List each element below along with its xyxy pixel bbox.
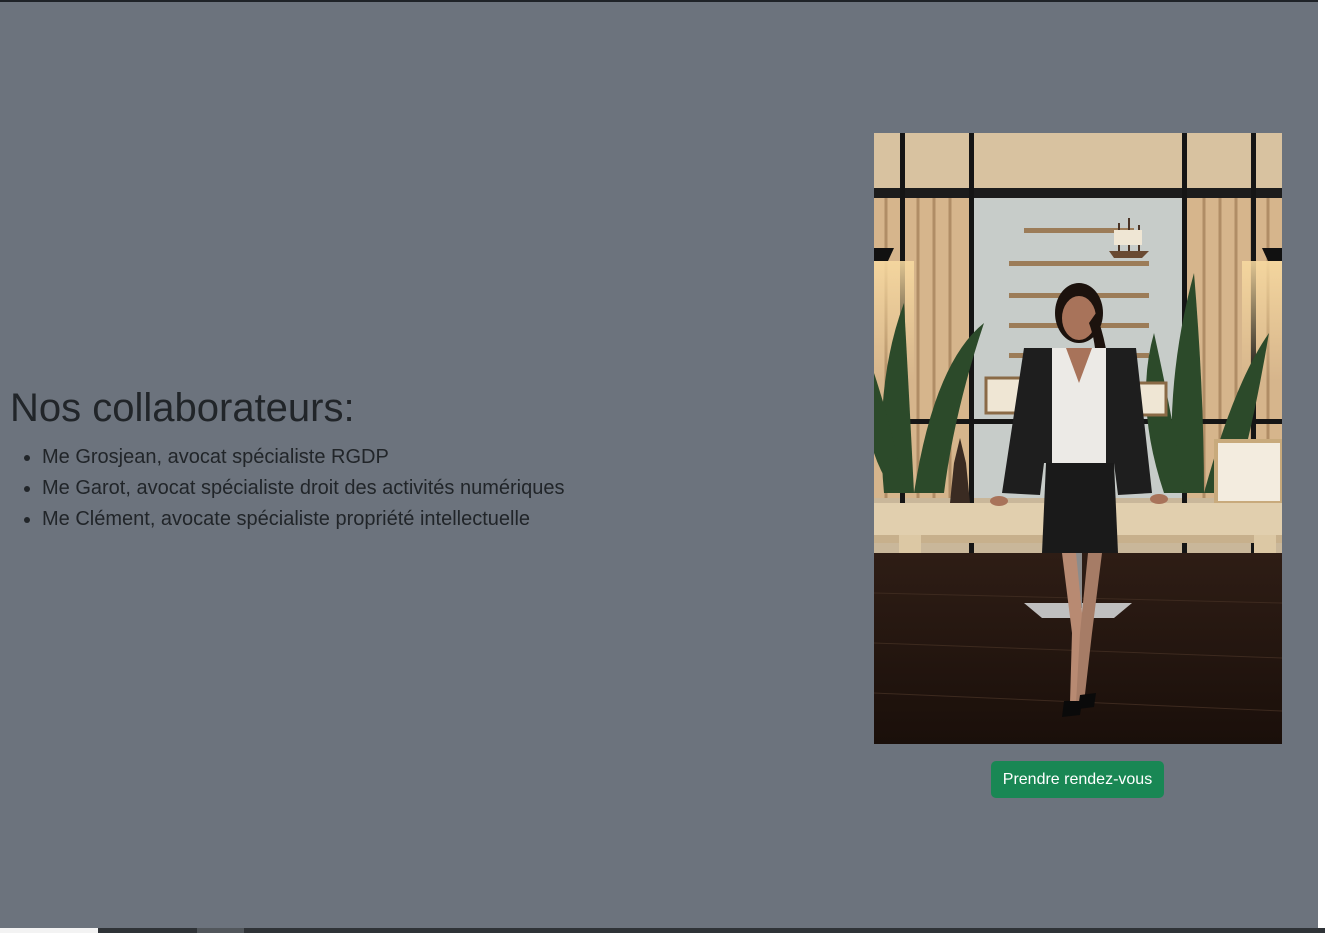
bottom-scrollbar[interactable] [0,928,1325,933]
scrollbar-thumb[interactable] [197,928,244,933]
list-item: Me Grosjean, avocat spécialiste RGDP [42,442,564,473]
lawyer-photo [874,133,1282,744]
collaborators-list: Me Grosjean, avocat spécialiste RGDP Me … [10,442,564,535]
list-item: Me Garot, avocat spécialiste droit des a… [42,473,564,504]
list-item: Me Clément, avocate spécialiste propriét… [42,504,564,535]
book-appointment-button[interactable]: Prendre rendez-vous [991,761,1164,798]
page-edge [1318,0,1325,933]
section-heading: Nos collaborateurs: [10,386,355,430]
bottom-bar-segment [0,928,98,933]
